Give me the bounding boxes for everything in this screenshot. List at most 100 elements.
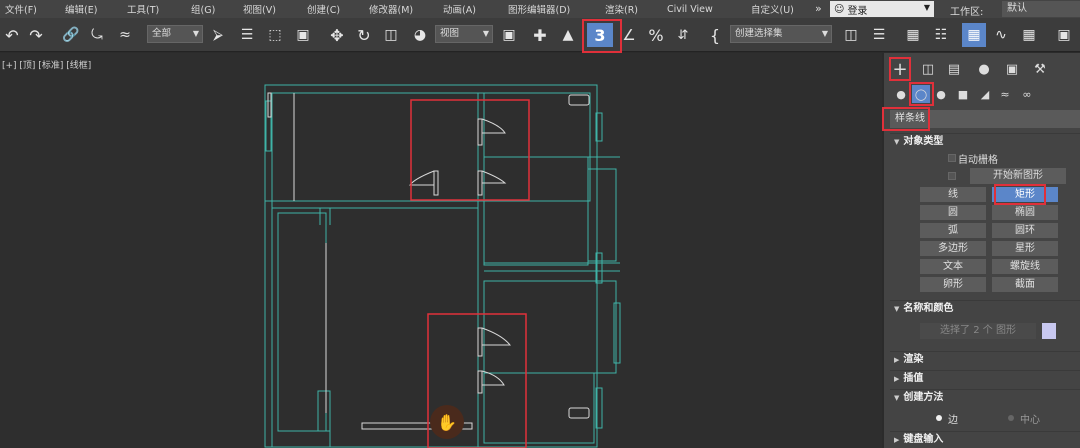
redo-icon[interactable]: ↷: [26, 23, 46, 47]
expand-triangle-icon: ▶: [894, 356, 900, 364]
ref-coord-dropdown[interactable]: 视图 ▼: [435, 25, 493, 43]
arc-button[interactable]: 弧: [920, 223, 986, 238]
space-warps-icon[interactable]: ≈: [996, 85, 1014, 103]
helix-button[interactable]: 螺旋线: [992, 259, 1058, 274]
hierarchy-tab-icon[interactable]: ▤: [944, 59, 964, 79]
window-crossing-icon[interactable]: ▣: [292, 23, 314, 47]
curve-editor-icon[interactable]: ∿: [990, 23, 1012, 47]
menu-more-icon[interactable]: »: [815, 2, 822, 15]
unlink-icon[interactable]: ⤿: [86, 23, 108, 47]
category-highlight: [882, 107, 930, 131]
section-button[interactable]: 截面: [992, 277, 1058, 292]
collapse-triangle-icon: ▼: [894, 394, 900, 402]
center-label: 中心: [1020, 415, 1040, 426]
align-icon[interactable]: ☰: [868, 23, 890, 47]
star-button[interactable]: 星形: [992, 241, 1058, 256]
scene-explorer-icon[interactable]: ▦: [962, 23, 986, 47]
edit-named-selection-icon[interactable]: {: [704, 23, 726, 47]
menu-modifiers[interactable]: 修改器(M): [366, 2, 424, 16]
menu-group[interactable]: 组(G): [188, 2, 226, 16]
layer-explorer-icon[interactable]: ▦: [902, 23, 924, 47]
main-toolbar: ↶ ↷ 🔗 ⤿ ≈ 全部 ▼ ⮚ ☰ ⬚ ▣ ✥ ↻ ◫ ◕ 视图 ▼ ▣ ✚ …: [0, 18, 1080, 53]
section-name-color[interactable]: ▼ 名称和颜色: [890, 300, 1080, 316]
menu-civil-view[interactable]: Civil View: [664, 4, 724, 15]
ribbon-icon[interactable]: ☷: [930, 23, 952, 47]
utilities-tab-icon[interactable]: ⚒: [1030, 59, 1050, 79]
systems-icon[interactable]: ∞: [1018, 85, 1036, 103]
scale-icon[interactable]: ◫: [380, 23, 402, 47]
menu-create[interactable]: 创建(C): [304, 2, 351, 16]
spinner-snap-icon[interactable]: ⇵: [672, 23, 694, 47]
menu-animation[interactable]: 动画(A): [440, 2, 487, 16]
egg-button[interactable]: 卵形: [920, 277, 986, 292]
start-new-shape-checkbox[interactable]: [948, 172, 956, 180]
workspace-dropdown[interactable]: 默认: [1002, 1, 1080, 17]
section-rendering[interactable]: ▶ 渲染: [890, 351, 1080, 367]
section-interpolation[interactable]: ▶ 插值: [890, 370, 1080, 386]
menu-customize[interactable]: 自定义(U): [748, 2, 805, 16]
selection-filter-value: 全部: [152, 28, 172, 39]
menu-views[interactable]: 视图(V): [240, 2, 287, 16]
workspace-label: 工作区:: [950, 7, 984, 18]
pivot-center-icon[interactable]: ▣: [497, 23, 521, 47]
bind-space-warp-icon[interactable]: ≈: [112, 23, 138, 47]
move-icon[interactable]: ✥: [326, 23, 348, 47]
command-panel: + ◫ ▤ ● ▣ ⚒ ● ◯ ● ■ ◢ ≈ ∞ 样条线 ▼ 对象类型 自动栅格…: [882, 53, 1080, 448]
section-creation-method[interactable]: ▼ 创建方法: [890, 389, 1080, 405]
circle-button[interactable]: 圆: [920, 205, 986, 220]
named-selection-dropdown[interactable]: 创建选择集 ▼: [730, 25, 832, 43]
shapes-highlight: [909, 82, 934, 106]
name-field[interactable]: 选择了 2 个 图形: [920, 323, 1036, 339]
expand-triangle-icon: ▶: [894, 375, 900, 383]
section-keyboard-entry[interactable]: ▶ 键盘输入: [890, 431, 1080, 447]
start-new-shape-button[interactable]: 开始新图形: [970, 168, 1066, 184]
lights-icon[interactable]: ●: [932, 85, 950, 103]
select-by-name-icon[interactable]: ☰: [236, 23, 258, 47]
login-dropdown[interactable]: ☺ 登录 ▼: [830, 1, 934, 17]
chevron-down-icon: ▼: [192, 29, 199, 38]
text-button[interactable]: 文本: [920, 259, 986, 274]
line-button[interactable]: 线: [920, 187, 986, 202]
floor-plan-drawing: [264, 84, 621, 448]
percent-snap-icon[interactable]: %: [645, 23, 667, 47]
rotate-icon[interactable]: ↻: [353, 23, 375, 47]
schematic-view-icon[interactable]: ▦: [1018, 23, 1040, 47]
render-setup-icon[interactable]: ▣: [1052, 23, 1076, 47]
auto-grid-checkbox[interactable]: [948, 154, 956, 162]
menu-graph-editors[interactable]: 图形编辑器(D): [505, 2, 581, 16]
select-object-icon[interactable]: ⮚: [207, 23, 229, 47]
edge-radio[interactable]: [936, 415, 942, 421]
menu-edit[interactable]: 编辑(E): [62, 2, 108, 16]
undo-icon[interactable]: ↶: [2, 23, 22, 47]
collapse-triangle-icon: ▼: [894, 138, 900, 146]
donut-button[interactable]: 圆环: [992, 223, 1058, 238]
menu-tools[interactable]: 工具(T): [124, 2, 170, 16]
ngon-button[interactable]: 多边形: [920, 241, 986, 256]
user-icon: ☺: [834, 3, 845, 15]
select-manipulate-icon[interactable]: ✚: [530, 23, 550, 47]
section-name-color-label: 名称和颜色: [903, 303, 954, 314]
geometry-icon[interactable]: ●: [892, 85, 910, 103]
helpers-icon[interactable]: ◢: [976, 85, 994, 103]
section-object-type[interactable]: ▼ 对象类型: [890, 133, 1080, 149]
link-icon[interactable]: 🔗: [60, 23, 82, 47]
top-viewport[interactable]: [+] [顶] [标准] [线框] ✋: [0, 53, 882, 448]
expand-triangle-icon: ▶: [894, 436, 900, 444]
chevron-down-icon: ▼: [923, 3, 930, 12]
mirror-icon[interactable]: ◫: [840, 23, 862, 47]
ref-coord-value: 视图: [440, 28, 460, 39]
display-tab-icon[interactable]: ▣: [1002, 59, 1022, 79]
cameras-icon[interactable]: ■: [954, 85, 972, 103]
modify-tab-icon[interactable]: ◫: [918, 59, 938, 79]
create-tab-highlight: [889, 57, 911, 81]
motion-tab-icon[interactable]: ●: [974, 59, 994, 79]
placement-icon[interactable]: ◕: [408, 23, 432, 47]
center-radio[interactable]: [1008, 415, 1014, 421]
menu-rendering[interactable]: 渲染(R): [602, 2, 649, 16]
ellipse-button[interactable]: 椭圆: [992, 205, 1058, 220]
rect-selection-region-icon[interactable]: ⬚: [264, 23, 286, 47]
selection-filter-dropdown[interactable]: 全部 ▼: [147, 25, 203, 43]
keyboard-shortcut-icon[interactable]: ▲: [557, 23, 579, 47]
menu-file[interactable]: 文件(F): [2, 2, 48, 16]
object-color-swatch[interactable]: [1042, 323, 1056, 339]
